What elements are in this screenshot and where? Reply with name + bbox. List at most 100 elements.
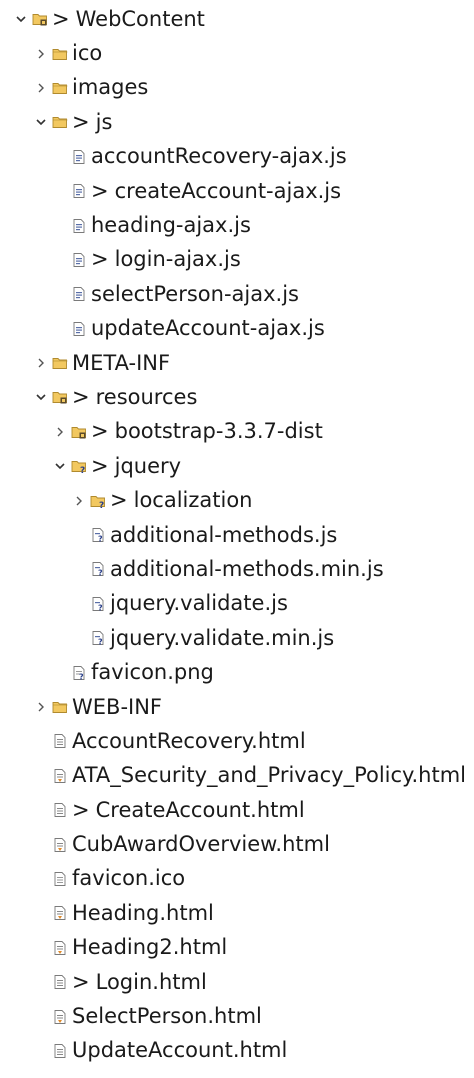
- dirty-marker: >: [72, 969, 90, 994]
- file-icon: [52, 871, 68, 887]
- folder-icon: [52, 355, 68, 371]
- dirty-marker: >: [72, 109, 90, 134]
- tree-item-label: selectPerson-ajax.js: [91, 281, 299, 306]
- dirty-marker: >: [91, 178, 109, 203]
- tree-item-label: bootstrap-3.3.7-dist: [114, 419, 323, 444]
- chevron-down-icon[interactable]: [52, 458, 68, 474]
- html-file-icon: [52, 733, 68, 749]
- html-file-icon: [52, 768, 68, 784]
- tree-item-images[interactable]: images: [0, 71, 474, 105]
- tree-item-label: createAccount-ajax.js: [114, 178, 342, 203]
- dirty-marker: >: [91, 419, 109, 444]
- tree-item-label: jquery: [114, 453, 182, 478]
- tree-item-label: heading-ajax.js: [91, 213, 251, 238]
- tree-item-ata-security-and-privacy-policy-html[interactable]: ATA_Security_and_Privacy_Policy.html: [0, 759, 474, 793]
- tree-item-jquery-validate-min-js[interactable]: ? jquery.validate.min.js: [0, 621, 474, 655]
- tree-item-jquery-validate-js[interactable]: ? jquery.validate.js: [0, 587, 474, 621]
- tree-item-label: jquery.validate.js: [110, 591, 288, 616]
- svg-text:?: ?: [98, 569, 103, 578]
- html-file-icon: [52, 974, 68, 990]
- chevron-right-icon[interactable]: [33, 355, 49, 371]
- dirty-marker: >: [91, 453, 109, 478]
- tree-item-label: images: [72, 75, 149, 100]
- tree-item-login-html[interactable]: > Login.html: [0, 965, 474, 999]
- untracked-js-file-icon: ?: [90, 630, 106, 646]
- tree-item-favicon-png[interactable]: ? favicon.png: [0, 655, 474, 689]
- untracked-folder-icon: ?: [90, 493, 106, 509]
- js-file-icon: [71, 252, 87, 268]
- folder-icon: [52, 80, 68, 96]
- chevron-right-icon[interactable]: [33, 80, 49, 96]
- source-folder-icon: [32, 11, 48, 27]
- tree-item-accountrecovery-ajax-js[interactable]: accountRecovery-ajax.js: [0, 140, 474, 174]
- tree-item-jquery[interactable]: ? > jquery: [0, 449, 474, 483]
- tree-item-web-inf[interactable]: WEB-INF: [0, 690, 474, 724]
- js-file-icon: [71, 321, 87, 337]
- tree-item-localization[interactable]: ? > localization: [0, 483, 474, 517]
- tree-item-heading-html[interactable]: Heading.html: [0, 896, 474, 930]
- html-file-icon: [52, 1043, 68, 1059]
- svg-text:?: ?: [99, 501, 104, 509]
- chevron-right-icon[interactable]: [52, 424, 68, 440]
- chevron-right-icon[interactable]: [71, 493, 87, 509]
- tree-item-label: AccountRecovery.html: [72, 728, 306, 753]
- tree-item-label: WebContent: [75, 6, 205, 31]
- tree-item-label: additional-methods.js: [110, 522, 338, 547]
- tree-item-selectperson-ajax-js[interactable]: selectPerson-ajax.js: [0, 277, 474, 311]
- tree-item-label: SelectPerson.html: [72, 1004, 262, 1029]
- chevron-right-icon[interactable]: [33, 46, 49, 62]
- tree-item-login-ajax-js[interactable]: > login-ajax.js: [0, 243, 474, 277]
- chevron-down-icon[interactable]: [13, 11, 29, 27]
- tree-item-ico[interactable]: ico: [0, 36, 474, 70]
- html-file-icon: [52, 837, 68, 853]
- tree-item-heading-ajax-js[interactable]: heading-ajax.js: [0, 208, 474, 242]
- dirty-marker: >: [72, 797, 90, 822]
- tree-item-label: additional-methods.min.js: [110, 556, 384, 581]
- tree-item-additional-methods-js[interactable]: ? additional-methods.js: [0, 518, 474, 552]
- dirty-marker: >: [72, 384, 90, 409]
- dirty-marker: >: [110, 488, 128, 513]
- folder-icon: [52, 699, 68, 715]
- tree-item-updateaccount-ajax-js[interactable]: updateAccount-ajax.js: [0, 312, 474, 346]
- tree-item-createaccount-ajax-js[interactable]: > createAccount-ajax.js: [0, 174, 474, 208]
- tree-item-js[interactable]: > js: [0, 105, 474, 139]
- html-file-icon: [52, 940, 68, 956]
- js-file-icon: [71, 218, 87, 234]
- tree-item-resources[interactable]: > resources: [0, 380, 474, 414]
- tree-item-label: favicon.png: [91, 660, 214, 685]
- source-folder-icon: [71, 424, 87, 440]
- tree-item-cubawardoverview-html[interactable]: CubAwardOverview.html: [0, 827, 474, 861]
- tree-item-label: updateAccount-ajax.js: [91, 316, 325, 341]
- chevron-down-icon[interactable]: [33, 114, 49, 130]
- tree-item-label: accountRecovery-ajax.js: [91, 144, 347, 169]
- tree-item-label: login-ajax.js: [114, 247, 241, 272]
- tree-item-bootstrap-3-3-7-dist[interactable]: > bootstrap-3.3.7-dist: [0, 415, 474, 449]
- svg-text:?: ?: [79, 672, 84, 681]
- folder-icon: [52, 46, 68, 62]
- chevron-down-icon[interactable]: [33, 389, 49, 405]
- tree-item-additional-methods-min-js[interactable]: ? additional-methods.min.js: [0, 552, 474, 586]
- untracked-js-file-icon: ?: [90, 561, 106, 577]
- tree-item-label: Login.html: [95, 969, 207, 994]
- svg-text:?: ?: [80, 466, 85, 474]
- untracked-js-file-icon: ?: [90, 596, 106, 612]
- untracked-folder-icon: ?: [71, 458, 87, 474]
- tree-item-label: resources: [95, 384, 198, 409]
- tree-item-updateaccount-html[interactable]: UpdateAccount.html: [0, 1034, 474, 1068]
- tree-item-label: ATA_Security_and_Privacy_Policy.html: [72, 763, 466, 788]
- tree-item-label: js: [95, 109, 113, 134]
- tree-item-favicon-ico[interactable]: favicon.ico: [0, 862, 474, 896]
- tree-item-accountrecovery-html[interactable]: AccountRecovery.html: [0, 724, 474, 758]
- tree-item-meta-inf[interactable]: META-INF: [0, 346, 474, 380]
- dirty-marker: >: [91, 247, 109, 272]
- svg-text:?: ?: [98, 638, 103, 647]
- html-file-icon: [52, 1009, 68, 1025]
- tree-item-createaccount-html[interactable]: > CreateAccount.html: [0, 793, 474, 827]
- tree-item-webcontent[interactable]: > WebContent: [0, 2, 474, 36]
- tree-item-selectperson-html[interactable]: SelectPerson.html: [0, 999, 474, 1033]
- tree-item-heading2-html[interactable]: Heading2.html: [0, 931, 474, 965]
- tree-item-label: CubAwardOverview.html: [72, 832, 330, 857]
- svg-text:?: ?: [98, 535, 103, 544]
- untracked-js-file-icon: ?: [90, 527, 106, 543]
- chevron-right-icon[interactable]: [33, 699, 49, 715]
